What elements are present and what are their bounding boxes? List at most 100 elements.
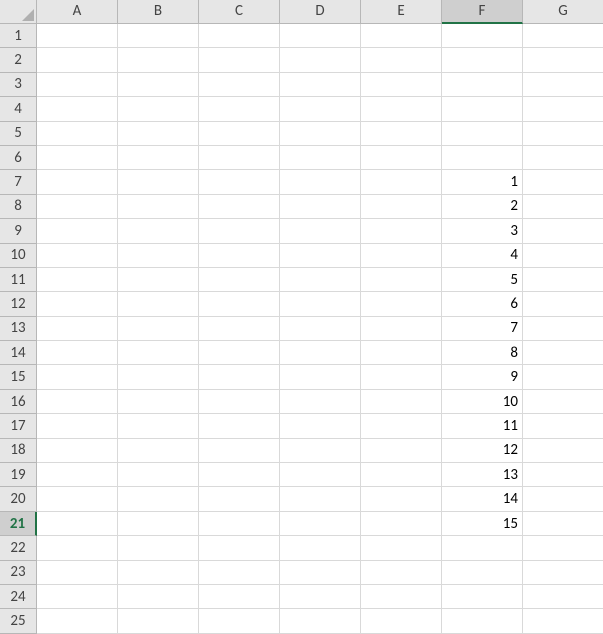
cell-a15[interactable] [37,365,118,389]
cell-g14[interactable] [523,341,603,365]
cell-e17[interactable] [361,414,442,438]
row-header-3[interactable]: 3 [0,73,37,97]
cell-e22[interactable] [361,536,442,560]
cell-a4[interactable] [37,97,118,121]
cell-f8[interactable]: 2 [442,195,523,219]
cell-d8[interactable] [280,195,361,219]
cell-a14[interactable] [37,341,118,365]
cell-b1[interactable] [118,24,199,48]
row-header-12[interactable]: 12 [0,292,37,316]
cell-f2[interactable] [442,48,523,72]
select-all-corner[interactable] [0,0,37,24]
cell-a19[interactable] [37,463,118,487]
cell-a2[interactable] [37,48,118,72]
cell-e5[interactable] [361,122,442,146]
cell-g12[interactable] [523,292,603,316]
cell-e23[interactable] [361,561,442,585]
cell-d20[interactable] [280,487,361,511]
cell-f12[interactable]: 6 [442,292,523,316]
row-header-18[interactable]: 18 [0,439,37,463]
cell-c11[interactable] [199,268,280,292]
cell-c2[interactable] [199,48,280,72]
cell-e3[interactable] [361,73,442,97]
cell-f6[interactable] [442,146,523,170]
cell-e12[interactable] [361,292,442,316]
cell-b25[interactable] [118,609,199,633]
cell-d21[interactable] [280,512,361,536]
cell-c17[interactable] [199,414,280,438]
cell-g25[interactable] [523,609,603,633]
cell-c23[interactable] [199,561,280,585]
cell-b22[interactable] [118,536,199,560]
cell-c16[interactable] [199,390,280,414]
row-header-9[interactable]: 9 [0,219,37,243]
cell-b4[interactable] [118,97,199,121]
cell-e6[interactable] [361,146,442,170]
col-header-e[interactable]: E [361,0,442,24]
cell-b7[interactable] [118,170,199,194]
cell-a7[interactable] [37,170,118,194]
cell-g24[interactable] [523,585,603,609]
row-header-13[interactable]: 13 [0,317,37,341]
cell-b11[interactable] [118,268,199,292]
cell-b15[interactable] [118,365,199,389]
cell-d13[interactable] [280,317,361,341]
col-header-b[interactable]: B [118,0,199,24]
cell-c21[interactable] [199,512,280,536]
cell-g6[interactable] [523,146,603,170]
cell-c3[interactable] [199,73,280,97]
row-header-14[interactable]: 14 [0,341,37,365]
cell-d4[interactable] [280,97,361,121]
cell-d24[interactable] [280,585,361,609]
row-header-22[interactable]: 22 [0,536,37,560]
cell-a12[interactable] [37,292,118,316]
cell-b14[interactable] [118,341,199,365]
cell-f10[interactable]: 4 [442,244,523,268]
cell-d12[interactable] [280,292,361,316]
cell-d6[interactable] [280,146,361,170]
cell-a20[interactable] [37,487,118,511]
cell-f4[interactable] [442,97,523,121]
cell-g5[interactable] [523,122,603,146]
cell-f11[interactable]: 5 [442,268,523,292]
cell-d2[interactable] [280,48,361,72]
cell-d14[interactable] [280,341,361,365]
cell-f20[interactable]: 14 [442,487,523,511]
cell-a6[interactable] [37,146,118,170]
cell-c12[interactable] [199,292,280,316]
cell-a5[interactable] [37,122,118,146]
cell-b12[interactable] [118,292,199,316]
cell-d11[interactable] [280,268,361,292]
cell-c6[interactable] [199,146,280,170]
cell-g22[interactable] [523,536,603,560]
cell-e11[interactable] [361,268,442,292]
cell-c20[interactable] [199,487,280,511]
cell-e19[interactable] [361,463,442,487]
cell-d3[interactable] [280,73,361,97]
cell-b18[interactable] [118,439,199,463]
col-header-f[interactable]: F [442,0,523,24]
cell-b24[interactable] [118,585,199,609]
cell-d5[interactable] [280,122,361,146]
cell-f3[interactable] [442,73,523,97]
cell-f13[interactable]: 7 [442,317,523,341]
cell-f18[interactable]: 12 [442,439,523,463]
cell-f16[interactable]: 10 [442,390,523,414]
cell-g19[interactable] [523,463,603,487]
cell-f25[interactable] [442,609,523,633]
cell-f9[interactable]: 3 [442,219,523,243]
row-header-19[interactable]: 19 [0,463,37,487]
cell-g2[interactable] [523,48,603,72]
cell-e10[interactable] [361,244,442,268]
cell-a22[interactable] [37,536,118,560]
cell-b16[interactable] [118,390,199,414]
row-header-1[interactable]: 1 [0,24,37,48]
cell-c22[interactable] [199,536,280,560]
row-header-16[interactable]: 16 [0,390,37,414]
cell-b3[interactable] [118,73,199,97]
cell-g17[interactable] [523,414,603,438]
cell-f21[interactable]: 15 [442,512,523,536]
cell-c1[interactable] [199,24,280,48]
cell-e7[interactable] [361,170,442,194]
cell-a23[interactable] [37,561,118,585]
